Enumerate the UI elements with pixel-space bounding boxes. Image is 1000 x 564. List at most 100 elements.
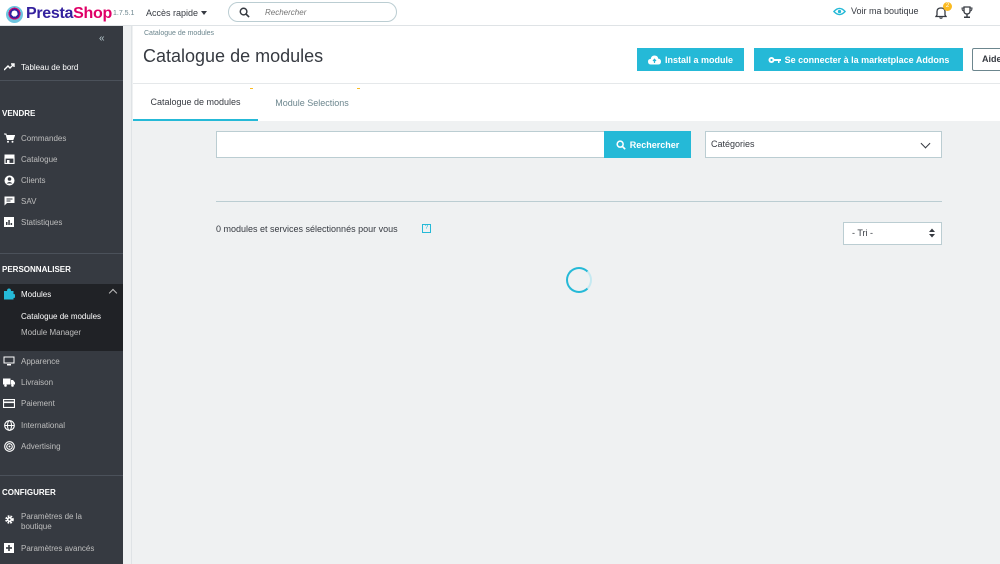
divider	[216, 201, 942, 202]
chat-icon	[3, 195, 15, 207]
sort-label: - Tri -	[852, 228, 873, 238]
sidebar-item-label: Paiement	[21, 398, 55, 408]
page-title: Catalogue de modules	[143, 46, 324, 66]
sidebar-item-label: Advertising	[21, 441, 61, 451]
sidebar-item-label: Apparence	[21, 356, 60, 366]
sort-arrows-icon	[929, 228, 935, 238]
sidebar-item-label: Paramètres avancés	[21, 543, 95, 553]
sidebar-item-orders[interactable]: Commandes	[0, 128, 123, 148]
truck-icon	[3, 376, 15, 388]
top-bar: PrestaShop 1.7.5.1 Accès rapide Voir ma …	[0, 0, 1000, 26]
version-label: 1.7.5.1	[113, 10, 135, 17]
connect-addons-button[interactable]: Se connecter à la marketplace Addons	[754, 48, 963, 71]
target-icon	[3, 440, 15, 452]
tab-bar: Catalogue de modules Module Selections	[133, 83, 1000, 121]
sidebar-item-modules[interactable]: Modules Catalogue de modules Module Mana…	[0, 284, 123, 351]
trophy-button[interactable]	[961, 6, 973, 21]
view-shop-label: Voir ma boutique	[851, 6, 919, 16]
store-icon	[3, 153, 15, 165]
cart-icon	[3, 132, 15, 144]
puffin-logo-icon	[6, 5, 23, 23]
sidebar-item-dashboard[interactable]: Tableau de bord	[0, 57, 123, 77]
tab-new-indicator	[357, 88, 360, 89]
install-module-button[interactable]: Install a module	[637, 48, 744, 71]
help-question-icon[interactable]: ?	[422, 224, 431, 233]
collapse-sidebar-icon[interactable]: «	[99, 33, 105, 44]
section-customize: PERSONNALISER	[0, 253, 123, 283]
notifications-button[interactable]: 2	[934, 2, 952, 21]
sidebar-item-shop-parameters[interactable]: Paramètres de la boutique	[0, 512, 123, 534]
sidebar-item-label: Livraison	[21, 377, 54, 387]
caret-down-icon	[201, 11, 208, 15]
notification-badge: 2	[943, 2, 952, 11]
sidebar-item-appearance[interactable]: Apparence	[0, 351, 123, 371]
sidebar: « Tableau de bord VENDRE Commandes Catal…	[0, 26, 123, 564]
sidebar-item-stats[interactable]: Statistiques	[0, 212, 123, 232]
user-circle-icon	[3, 174, 15, 186]
prestashop-logo[interactable]: PrestaShop	[6, 5, 112, 23]
quick-access-dropdown[interactable]: Accès rapide	[146, 8, 208, 18]
sidebar-item-label: SAV	[21, 196, 37, 206]
page-header: Catalogue de modules Catalogue de module…	[133, 26, 1000, 83]
sidebar-item-international[interactable]: International	[0, 415, 123, 435]
sidebar-item-catalog[interactable]: Catalogue	[0, 149, 123, 169]
globe-icon	[3, 419, 15, 431]
module-search-input[interactable]	[216, 131, 605, 158]
search-button-label: Rechercher	[629, 139, 680, 150]
sidebar-item-label: Tableau de bord	[21, 62, 79, 72]
help-button[interactable]: Aide	[972, 48, 1000, 71]
cloud-upload-icon	[647, 55, 661, 64]
results-count: 0 modules et services sélectionnés pour …	[216, 224, 398, 234]
search-button[interactable]: Rechercher	[604, 131, 691, 158]
search-icon[interactable]	[239, 7, 250, 18]
tab-module-catalog[interactable]: Catalogue de modules	[133, 84, 258, 121]
sidebar-item-sav[interactable]: SAV	[0, 191, 123, 211]
categories-select[interactable]: Catégories	[705, 131, 942, 158]
section-title: VENDRE	[2, 109, 36, 118]
submenu-module-manager[interactable]: Module Manager	[21, 328, 81, 337]
sidebar-item-label: Paramètres de la boutique	[21, 512, 82, 531]
top-search-box	[228, 2, 397, 22]
section-title: PERSONNALISER	[2, 265, 71, 274]
sidebar-item-shipping[interactable]: Livraison	[0, 372, 123, 392]
sidebar-item-advanced-parameters[interactable]: Paramètres avancés	[0, 538, 123, 558]
monitor-icon	[3, 355, 15, 367]
sidebar-item-customers[interactable]: Clients	[0, 170, 123, 190]
tab-new-indicator	[250, 88, 253, 89]
quick-access-label: Accès rapide	[146, 8, 199, 18]
credit-card-icon	[3, 397, 15, 409]
sidebar-item-label: Statistiques	[21, 217, 63, 227]
sidebar-item-label: Catalogue	[21, 154, 58, 164]
loading-spinner	[566, 267, 592, 293]
bar-chart-icon	[3, 216, 15, 228]
section-sell: VENDRE	[0, 80, 123, 122]
key-icon	[768, 56, 781, 63]
sidebar-item-label: Commandes	[21, 133, 67, 143]
gear-icon	[3, 513, 15, 525]
tab-module-selections[interactable]: Module Selections	[261, 84, 363, 121]
sidebar-scroll-strip	[123, 26, 132, 564]
search-icon	[616, 139, 626, 150]
section-title: CONFIGURER	[2, 488, 56, 497]
connect-addons-label: Se connecter à la marketplace Addons	[784, 54, 950, 65]
sidebar-item-label: Modules	[21, 289, 52, 299]
sidebar-item-payment[interactable]: Paiement	[0, 393, 123, 413]
sidebar-item-label: Clients	[21, 175, 46, 185]
sort-select[interactable]: - Tri -	[843, 222, 942, 245]
breadcrumb[interactable]: Catalogue de modules	[144, 30, 214, 37]
puzzle-icon	[3, 288, 15, 300]
categories-label: Catégories	[711, 139, 755, 149]
chevron-down-icon	[920, 138, 931, 149]
top-search-input[interactable]	[265, 6, 390, 19]
install-module-label: Install a module	[664, 54, 733, 65]
sidebar-item-label: International	[21, 420, 66, 430]
submenu-module-catalog[interactable]: Catalogue de modules	[21, 312, 101, 321]
view-shop-link[interactable]: Voir ma boutique	[833, 6, 919, 16]
sidebar-item-advertising[interactable]: Advertising	[0, 436, 123, 456]
trophy-icon	[961, 6, 973, 18]
plus-box-icon	[3, 542, 15, 554]
section-configure: CONFIGURER	[0, 475, 123, 505]
logo-text: PrestaShop	[26, 5, 112, 22]
eye-icon	[833, 7, 846, 15]
trending-up-icon	[3, 61, 15, 73]
